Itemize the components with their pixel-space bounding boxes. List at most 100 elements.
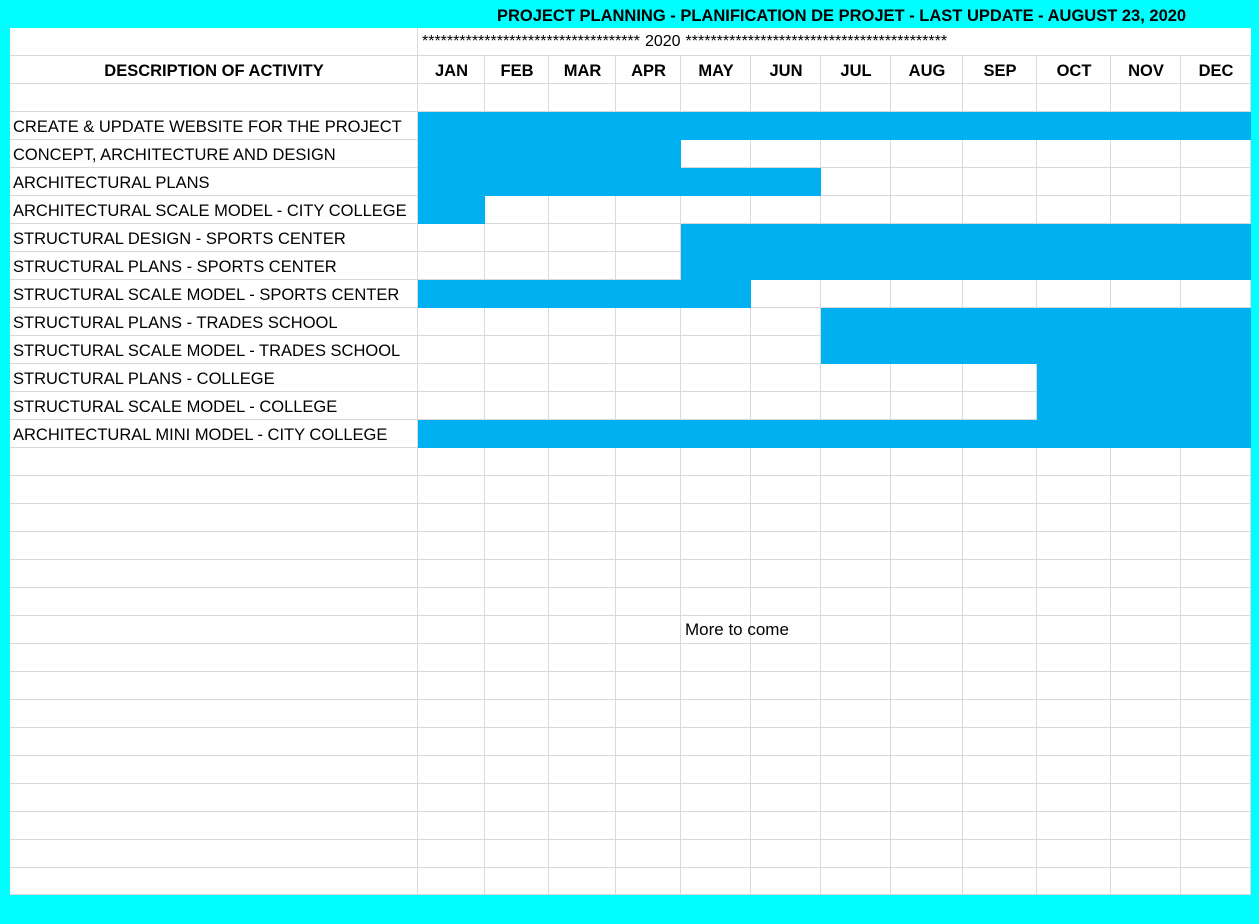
grid-cell[interactable] xyxy=(418,308,485,336)
grid-cell[interactable] xyxy=(821,672,891,700)
grid-cell[interactable] xyxy=(485,504,549,532)
grid-cell[interactable] xyxy=(1037,588,1111,616)
grid-cell[interactable] xyxy=(681,140,751,168)
grid-cell[interactable] xyxy=(891,672,963,700)
grid-cell[interactable] xyxy=(1037,672,1111,700)
grid-cell[interactable] xyxy=(485,364,549,392)
grid-cell[interactable] xyxy=(963,644,1037,672)
grid-cell[interactable] xyxy=(963,812,1037,840)
grid-cell[interactable] xyxy=(681,196,751,224)
grid-cell[interactable] xyxy=(549,812,616,840)
grid-cell[interactable] xyxy=(418,672,485,700)
grid-cell[interactable] xyxy=(751,672,821,700)
grid-cell[interactable] xyxy=(616,196,681,224)
grid-cell[interactable] xyxy=(1037,84,1111,112)
grid-cell[interactable] xyxy=(616,588,681,616)
grid-cell[interactable] xyxy=(1181,560,1251,588)
grid-cell[interactable] xyxy=(681,392,751,420)
grid-cell[interactable] xyxy=(891,784,963,812)
grid-cell[interactable] xyxy=(418,84,485,112)
grid-cell[interactable] xyxy=(751,840,821,868)
gantt-bar[interactable] xyxy=(681,224,1251,252)
grid-cell[interactable] xyxy=(418,812,485,840)
gantt-bar[interactable] xyxy=(821,308,1251,336)
grid-cell[interactable] xyxy=(821,812,891,840)
grid-cell[interactable] xyxy=(1181,196,1251,224)
grid-cell[interactable] xyxy=(963,728,1037,756)
grid-cell[interactable] xyxy=(10,784,418,812)
grid-cell[interactable] xyxy=(418,700,485,728)
grid-cell[interactable] xyxy=(549,224,616,252)
grid-cell[interactable] xyxy=(549,448,616,476)
grid-cell[interactable] xyxy=(891,504,963,532)
grid-cell[interactable] xyxy=(549,196,616,224)
grid-cell[interactable] xyxy=(616,224,681,252)
grid-cell[interactable] xyxy=(418,560,485,588)
gantt-bar[interactable] xyxy=(418,140,681,168)
grid-cell[interactable] xyxy=(821,784,891,812)
grid-cell[interactable] xyxy=(821,756,891,784)
grid-cell[interactable] xyxy=(418,224,485,252)
grid-cell[interactable] xyxy=(821,644,891,672)
grid-cell[interactable] xyxy=(751,728,821,756)
grid-cell[interactable] xyxy=(485,784,549,812)
grid-cell[interactable] xyxy=(681,560,751,588)
grid-cell[interactable] xyxy=(1181,868,1251,895)
grid-cell[interactable] xyxy=(418,588,485,616)
grid-cell[interactable] xyxy=(821,616,891,644)
grid-cell[interactable] xyxy=(681,700,751,728)
grid-cell[interactable] xyxy=(1111,728,1181,756)
grid-cell[interactable] xyxy=(418,392,485,420)
grid-cell[interactable] xyxy=(751,140,821,168)
grid-cell[interactable] xyxy=(1111,560,1181,588)
grid-cell[interactable] xyxy=(751,448,821,476)
grid-cell[interactable] xyxy=(751,504,821,532)
grid-cell[interactable] xyxy=(1037,532,1111,560)
grid-cell[interactable] xyxy=(1111,756,1181,784)
grid-cell[interactable] xyxy=(1037,728,1111,756)
grid-cell[interactable] xyxy=(1181,168,1251,196)
grid-cell[interactable] xyxy=(963,868,1037,895)
grid-cell[interactable] xyxy=(10,504,418,532)
gantt-bar[interactable] xyxy=(1037,392,1251,420)
grid-cell[interactable] xyxy=(485,560,549,588)
grid-cell[interactable] xyxy=(1181,140,1251,168)
gantt-bar[interactable] xyxy=(418,112,1251,140)
grid-cell[interactable] xyxy=(549,504,616,532)
grid-cell[interactable] xyxy=(549,840,616,868)
grid-cell[interactable] xyxy=(616,532,681,560)
grid-cell[interactable] xyxy=(485,84,549,112)
grid-cell[interactable] xyxy=(418,868,485,895)
grid-cell[interactable] xyxy=(1037,700,1111,728)
grid-cell[interactable] xyxy=(963,364,1037,392)
grid-cell[interactable] xyxy=(681,84,751,112)
grid-cell[interactable] xyxy=(549,588,616,616)
grid-cell[interactable] xyxy=(1111,84,1181,112)
grid-cell[interactable] xyxy=(616,784,681,812)
grid-cell[interactable] xyxy=(10,532,418,560)
grid-cell[interactable] xyxy=(891,280,963,308)
grid-cell[interactable] xyxy=(485,336,549,364)
grid-cell[interactable] xyxy=(821,168,891,196)
grid-cell[interactable] xyxy=(751,644,821,672)
grid-cell[interactable] xyxy=(485,756,549,784)
grid-cell[interactable] xyxy=(10,644,418,672)
grid-cell[interactable] xyxy=(681,672,751,700)
grid-cell[interactable] xyxy=(1181,280,1251,308)
grid-cell[interactable] xyxy=(963,140,1037,168)
grid-cell[interactable] xyxy=(10,700,418,728)
grid-cell[interactable] xyxy=(891,476,963,504)
grid-cell[interactable] xyxy=(751,756,821,784)
grid-cell[interactable] xyxy=(1037,616,1111,644)
grid-cell[interactable] xyxy=(891,700,963,728)
grid-cell[interactable] xyxy=(821,728,891,756)
grid-cell[interactable] xyxy=(418,756,485,784)
grid-cell[interactable] xyxy=(821,700,891,728)
grid-cell[interactable] xyxy=(821,392,891,420)
grid-cell[interactable] xyxy=(549,308,616,336)
grid-cell[interactable] xyxy=(821,560,891,588)
grid-cell[interactable] xyxy=(485,476,549,504)
grid-cell[interactable] xyxy=(1111,784,1181,812)
grid-cell[interactable] xyxy=(1181,756,1251,784)
grid-cell[interactable] xyxy=(891,84,963,112)
